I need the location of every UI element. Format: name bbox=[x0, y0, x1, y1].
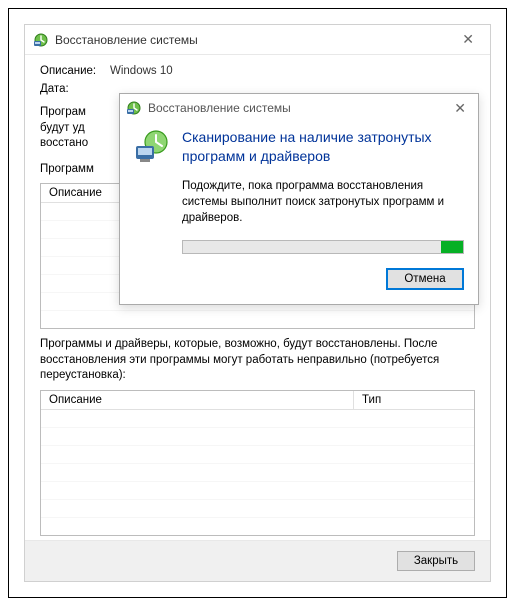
desc-label: Описание: bbox=[40, 65, 110, 77]
restore-icon bbox=[33, 32, 49, 48]
outer-frame: Восстановление системы ✕ Описание: Windo… bbox=[8, 8, 507, 598]
progress-fill bbox=[441, 241, 463, 253]
restored-table-body bbox=[41, 410, 474, 535]
desc-row: Описание: Windows 10 bbox=[40, 65, 475, 77]
main-titlebar: Восстановление системы ✕ bbox=[25, 25, 490, 55]
dialog-message: Подождите, пока программа восстановления… bbox=[182, 178, 464, 226]
cancel-button[interactable]: Отмена bbox=[386, 268, 464, 290]
restore-icon-large bbox=[134, 128, 170, 164]
col-description-2[interactable]: Описание bbox=[41, 391, 354, 409]
progress-bar bbox=[182, 240, 464, 254]
dialog-titlebar: Восстановление системы ✕ bbox=[120, 94, 478, 122]
main-close-button[interactable]: ✕ bbox=[454, 27, 482, 52]
col-type-2[interactable]: Тип bbox=[354, 391, 474, 409]
dialog-body: Сканирование на наличие затронутых прогр… bbox=[120, 122, 478, 304]
dialog-title-text: Восстановление системы bbox=[148, 101, 291, 115]
dialog-footer: Отмена bbox=[134, 268, 464, 290]
restored-table-header: Описание Тип bbox=[41, 391, 474, 410]
dialog-close-button[interactable]: ✕ bbox=[448, 98, 472, 119]
restored-table: Описание Тип bbox=[40, 390, 475, 536]
desc-value: Windows 10 bbox=[110, 65, 173, 77]
restored-programs-text: Программы и драйверы, которые, возможно,… bbox=[40, 337, 475, 384]
scan-dialog: Восстановление системы ✕ Сканирование на… bbox=[119, 93, 479, 305]
dialog-header-row: Сканирование на наличие затронутых прогр… bbox=[134, 128, 464, 166]
close-button[interactable]: Закрыть bbox=[397, 551, 475, 571]
main-title-text: Восстановление системы bbox=[55, 33, 198, 47]
dialog-heading: Сканирование на наличие затронутых прогр… bbox=[182, 128, 464, 166]
date-label: Дата: bbox=[40, 83, 110, 95]
main-footer: Закрыть bbox=[25, 540, 490, 581]
restore-icon-small bbox=[126, 100, 142, 116]
